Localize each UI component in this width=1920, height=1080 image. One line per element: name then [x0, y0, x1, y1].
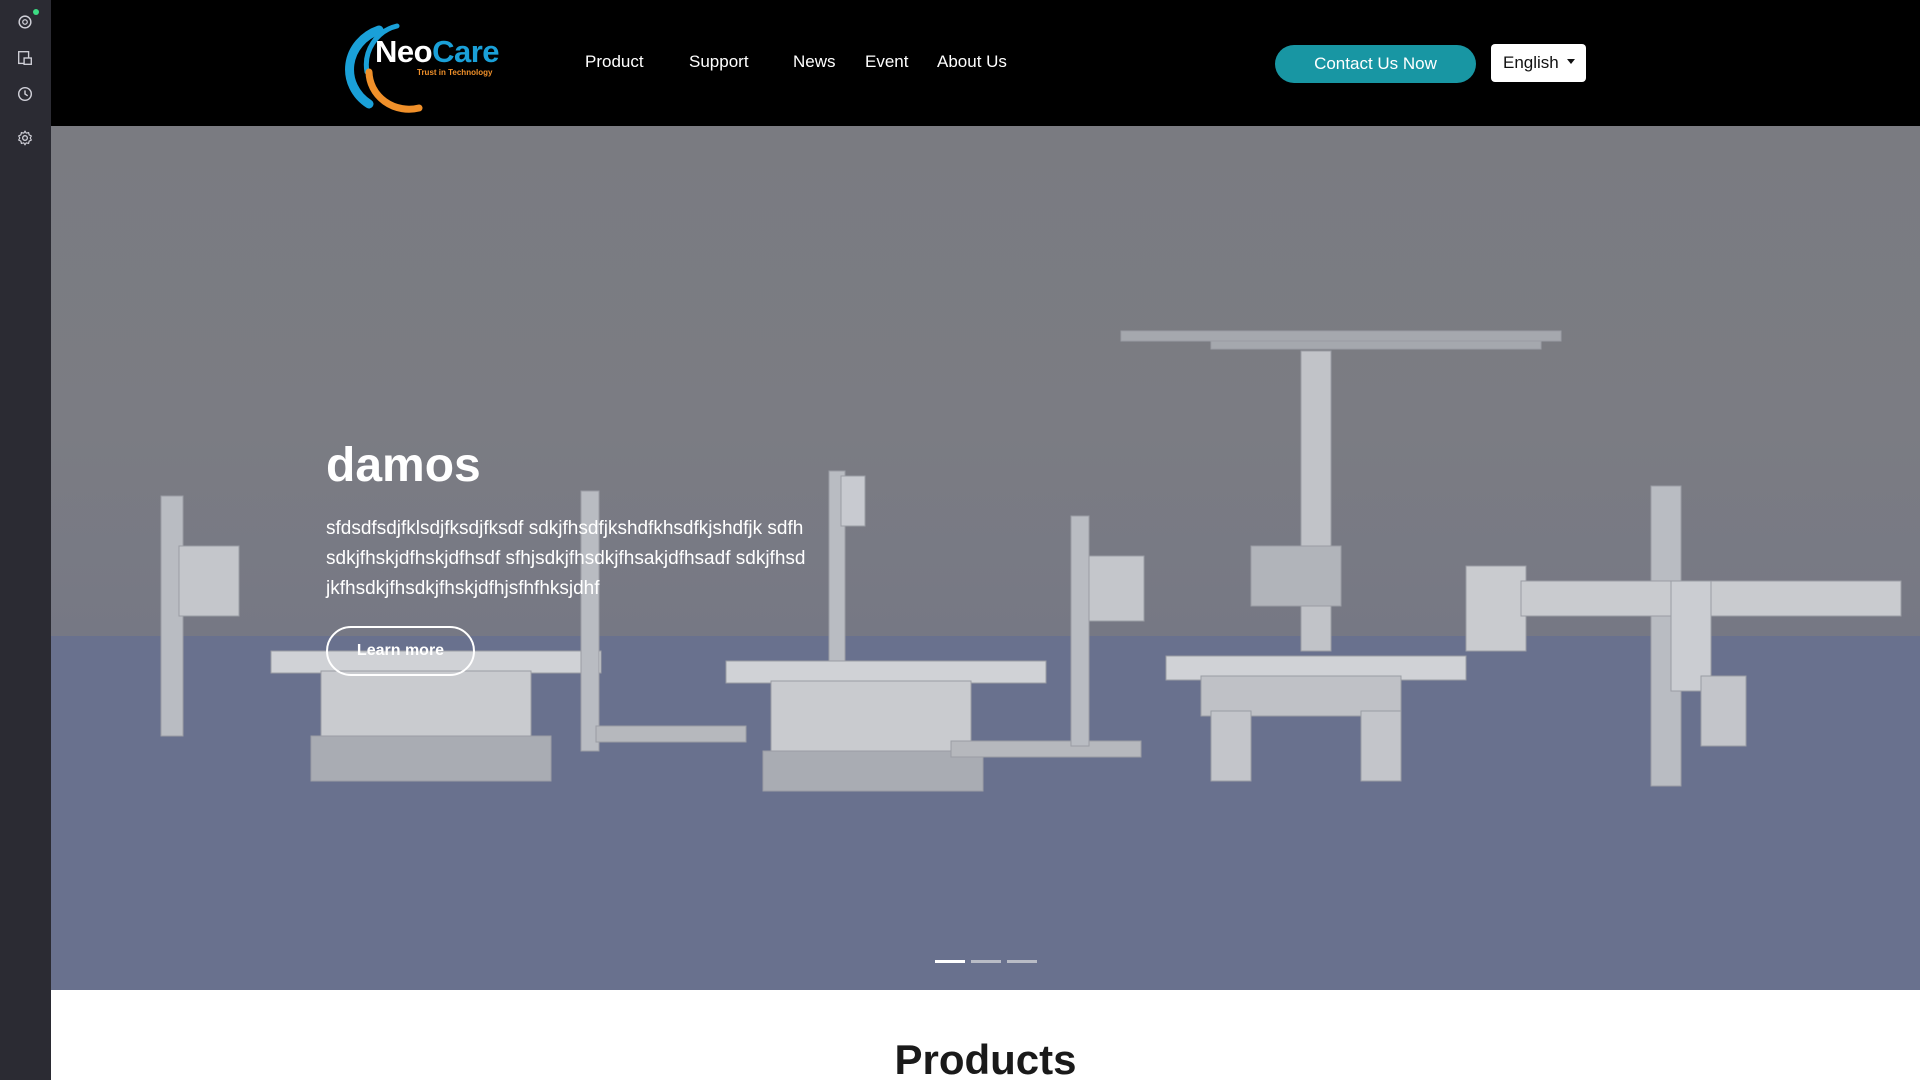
carousel-indicator-2[interactable]: [971, 960, 1001, 963]
caret-down-icon: [1566, 59, 1575, 64]
hero-description: sfdsdfsdjfklsdjfksdjfksdf sdkjfhsdfjkshd…: [326, 518, 806, 599]
openai-icon[interactable]: [15, 12, 35, 32]
nav-support[interactable]: Support: [689, 52, 749, 72]
browser-sidebar: [0, 0, 51, 1080]
logo-wordmark: NeoCare: [375, 34, 500, 69]
logo-tagline: Trust in Technology: [417, 68, 493, 77]
status-dot: [33, 9, 39, 15]
learn-more-button[interactable]: Learn more: [326, 626, 475, 676]
hero-title: damos: [326, 439, 481, 492]
nav-about-us[interactable]: About Us: [937, 52, 1007, 72]
carousel-indicator-3[interactable]: [1007, 960, 1037, 963]
site-header: NeoCare Trust in Technology Product Supp…: [51, 0, 1920, 126]
nav-event[interactable]: Event: [865, 52, 908, 72]
history-icon[interactable]: [15, 84, 35, 104]
products-section-title: Products: [894, 1036, 1077, 1080]
language-label: English: [1503, 53, 1559, 72]
settings-icon[interactable]: [15, 128, 35, 148]
carousel-indicator-1[interactable]: [935, 960, 965, 963]
nav-news[interactable]: News: [793, 52, 836, 72]
contact-us-button[interactable]: Contact Us Now: [1275, 45, 1476, 83]
save-page-icon[interactable]: [15, 48, 35, 68]
carousel-indicators: [935, 960, 1037, 963]
language-select[interactable]: English: [1491, 44, 1586, 82]
hero-carousel: damos sfdsdfsdjfklsdjfksdjfksdf sdkjfhsd…: [51, 126, 1920, 990]
nav-product[interactable]: Product: [585, 52, 644, 72]
